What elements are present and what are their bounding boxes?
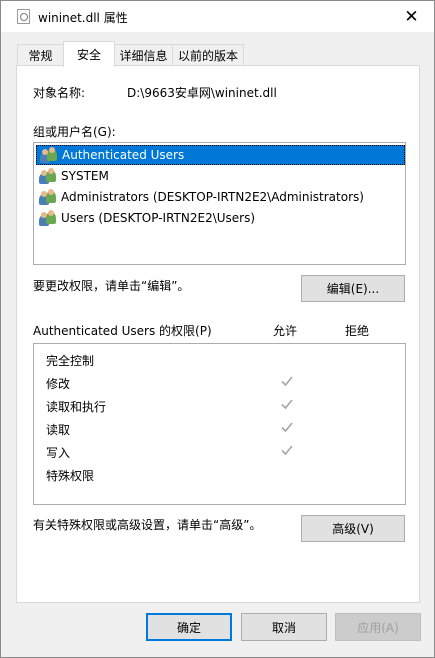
advanced-button[interactable]: 高级(V) [301, 515, 405, 542]
permission-row: 修改 [34, 371, 405, 394]
edit-hint: 要更改权限，请单击“编辑”。 [33, 279, 190, 293]
properties-dialog: wininet.dll 属性 ✕ 常规 安全 详细信息 以前的版本 对象名称: … [0, 0, 435, 658]
user-name: SYSTEM [61, 169, 109, 183]
edit-button[interactable]: 编辑(E)... [301, 275, 405, 302]
ok-button[interactable]: 确定 [146, 613, 232, 641]
user-list-item[interactable]: SYSTEM [36, 166, 405, 186]
close-icon[interactable]: ✕ [389, 1, 434, 32]
permission-name: 读取 [46, 423, 71, 437]
user-name: Authenticated Users [62, 148, 185, 162]
permission-name: 特殊权限 [46, 469, 95, 483]
groups-label: 组或用户名(G): [33, 125, 116, 139]
user-group-icon [39, 168, 57, 184]
permission-row: 写入 [34, 440, 405, 463]
permission-name: 读取和执行 [46, 400, 107, 414]
file-icon [17, 9, 30, 24]
user-list-item[interactable]: Users (DESKTOP-IRTN2E2\Users) [36, 208, 405, 228]
permission-name: 修改 [46, 377, 71, 391]
user-list[interactable]: Authenticated Users SYSTEM Administrator… [33, 142, 406, 265]
permission-name: 写入 [46, 446, 71, 460]
cancel-button[interactable]: 取消 [241, 613, 327, 641]
permission-row: 特殊权限 [34, 463, 405, 486]
user-list-item[interactable]: Administrators (DESKTOP-IRTN2E2\Administ… [36, 187, 405, 207]
window-title: wininet.dll 属性 [38, 11, 128, 25]
user-group-icon [40, 147, 58, 163]
permission-row: 读取 [34, 417, 405, 440]
permissions-label: Authenticated Users 的权限(P) [33, 324, 212, 338]
security-panel: 对象名称: D:\9663安卓网\wininet.dll 组或用户名(G): A… [16, 65, 420, 603]
user-group-icon [39, 189, 57, 205]
deny-header: 拒绝 [345, 324, 370, 338]
user-name: Administrators (DESKTOP-IRTN2E2\Administ… [61, 190, 364, 204]
user-list-item[interactable]: Authenticated Users [36, 145, 405, 165]
tab-details[interactable]: 详细信息 [114, 44, 173, 66]
user-group-icon [39, 210, 57, 226]
title-bar[interactable]: wininet.dll 属性 ✕ [1, 1, 434, 32]
permission-row: 完全控制 [34, 348, 405, 371]
tab-general[interactable]: 常规 [17, 44, 64, 66]
check-icon [281, 376, 293, 387]
user-name: Users (DESKTOP-IRTN2E2\Users) [61, 211, 256, 225]
check-icon [281, 399, 293, 410]
permissions-list[interactable]: 完全控制 修改 读取和执行 读取 写入 特殊权限 [33, 343, 406, 505]
tab-previous-versions[interactable]: 以前的版本 [172, 44, 244, 66]
object-name-value: D:\9663安卓网\wininet.dll [127, 86, 277, 100]
object-name-label: 对象名称: [33, 86, 86, 100]
tab-security[interactable]: 安全 [63, 41, 115, 67]
apply-button[interactable]: 应用(A) [335, 613, 421, 641]
permission-row: 读取和执行 [34, 394, 405, 417]
advanced-hint: 有关特殊权限或高级设置，请单击“高级”。 [33, 518, 262, 532]
permission-name: 完全控制 [46, 354, 95, 368]
check-icon [281, 445, 293, 456]
allow-header: 允许 [273, 324, 298, 338]
check-icon [281, 422, 293, 433]
